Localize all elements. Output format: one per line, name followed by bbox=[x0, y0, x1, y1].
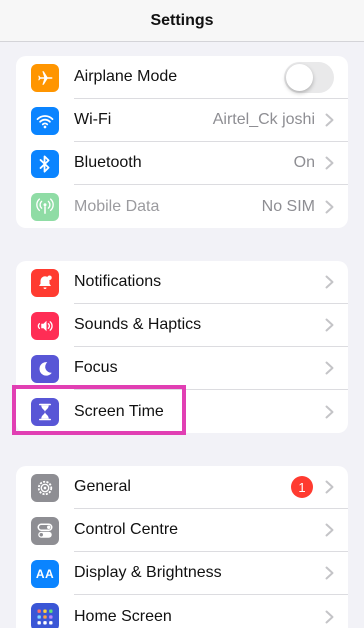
toggle-knob bbox=[286, 63, 313, 91]
notifications-group: Notifications Sounds & Haptics Focus Scr… bbox=[16, 261, 348, 433]
settings-row-notifications[interactable]: Notifications bbox=[16, 261, 348, 304]
row-label: Display & Brightness bbox=[74, 564, 222, 581]
settings-row-control-centre[interactable]: Control Centre bbox=[16, 509, 348, 552]
gear-icon bbox=[31, 473, 59, 502]
row-label: Screen Time bbox=[74, 402, 164, 420]
row-label: Sounds & Haptics bbox=[74, 316, 202, 333]
row-value: On bbox=[293, 154, 315, 171]
icon-glyph: AA bbox=[35, 566, 55, 581]
settings-row-airplane-mode[interactable]: Airplane Mode bbox=[16, 56, 348, 99]
chevron-right-icon bbox=[325, 156, 334, 170]
speaker-icon bbox=[31, 311, 59, 340]
text-size-icon: AA bbox=[31, 559, 59, 588]
row-label: Control Centre bbox=[74, 521, 179, 538]
chevron-right-icon bbox=[325, 361, 334, 375]
settings-row-screen-time[interactable]: Screen Time bbox=[16, 390, 348, 433]
row-value: Airtel_Ck joshi bbox=[212, 111, 315, 128]
settings-row-general[interactable]: General 1 bbox=[16, 466, 348, 509]
row-label: Airplane Mode bbox=[74, 68, 178, 85]
row-label: Wi-Fi bbox=[74, 111, 112, 128]
settings-row-mobile-data[interactable]: Mobile Data No SIM bbox=[16, 185, 348, 228]
row-label: General bbox=[74, 478, 131, 495]
wifi-icon bbox=[31, 106, 59, 135]
hourglass-icon bbox=[31, 397, 59, 426]
bell-icon bbox=[31, 268, 59, 297]
chevron-right-icon bbox=[325, 275, 334, 289]
navigation-bar: Settings bbox=[0, 0, 364, 42]
chevron-right-icon bbox=[325, 405, 334, 418]
app-grid-icon bbox=[31, 602, 59, 628]
row-label: Bluetooth bbox=[74, 154, 142, 171]
settings-row-wifi[interactable]: Wi-Fi Airtel_Ck joshi bbox=[16, 99, 348, 142]
row-label: Notifications bbox=[74, 273, 162, 290]
settings-row-sounds-haptics[interactable]: Sounds & Haptics bbox=[16, 304, 348, 347]
row-value: No SIM bbox=[261, 197, 315, 215]
notification-badge: 1 bbox=[291, 476, 313, 498]
page-title: Settings bbox=[150, 11, 214, 29]
moon-icon bbox=[31, 354, 59, 383]
row-label: Mobile Data bbox=[74, 197, 160, 215]
settings-row-focus[interactable]: Focus bbox=[16, 347, 348, 390]
chevron-right-icon bbox=[325, 480, 334, 494]
airplane-mode-toggle[interactable] bbox=[284, 61, 334, 93]
connectivity-group: Airplane Mode Wi-Fi Airtel_Ck joshi Blue… bbox=[16, 56, 348, 228]
chevron-right-icon bbox=[325, 523, 334, 537]
bluetooth-icon bbox=[31, 149, 59, 178]
airplane-icon bbox=[31, 63, 59, 92]
antenna-icon bbox=[31, 192, 59, 221]
row-label: Home Screen bbox=[74, 607, 172, 625]
row-label: Focus bbox=[74, 359, 118, 376]
chevron-right-icon bbox=[325, 318, 334, 332]
chevron-right-icon bbox=[325, 566, 334, 580]
chevron-right-icon bbox=[325, 610, 334, 623]
chevron-right-icon bbox=[325, 200, 334, 213]
general-group: General 1 Control Centre AA Display & Br… bbox=[16, 466, 348, 628]
toggles-icon bbox=[31, 516, 59, 545]
settings-row-home-screen[interactable]: Home Screen bbox=[16, 595, 348, 628]
settings-row-display-brightness[interactable]: AA Display & Brightness bbox=[16, 552, 348, 595]
settings-row-bluetooth[interactable]: Bluetooth On bbox=[16, 142, 348, 185]
chevron-right-icon bbox=[325, 113, 334, 127]
